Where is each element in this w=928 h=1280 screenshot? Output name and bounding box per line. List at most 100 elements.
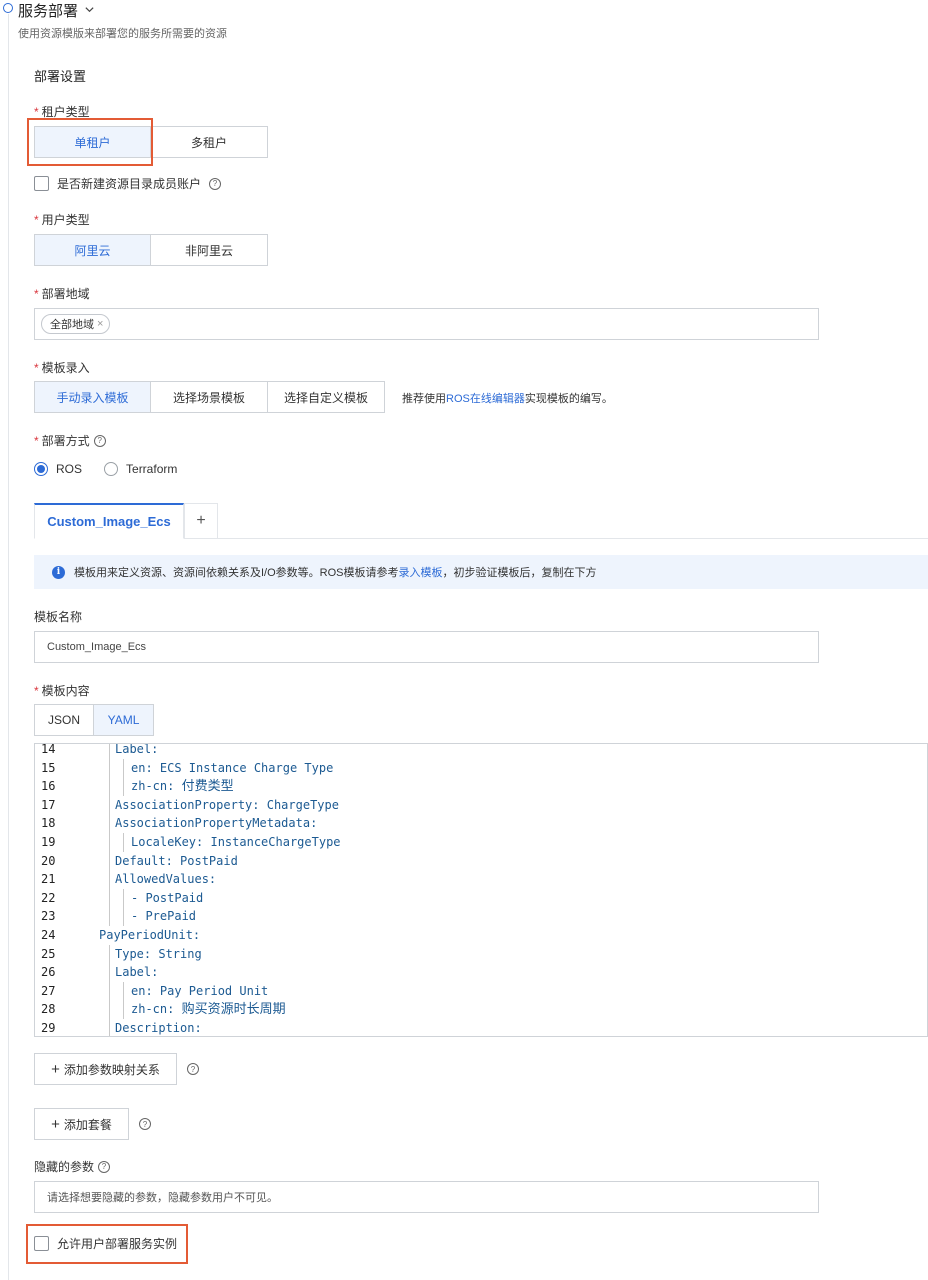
template-name-input[interactable]: Custom_Image_Ecs	[34, 631, 819, 663]
radio-terraform[interactable]	[104, 462, 119, 476]
code-line: 14 Label:	[35, 743, 927, 759]
line-number: 23	[41, 909, 56, 924]
code-line: 21 AllowedValues:	[35, 870, 927, 889]
code-text: Label:	[115, 963, 158, 982]
line-number: 14	[41, 743, 56, 756]
format-yaml[interactable]: YAML	[93, 704, 154, 736]
chevron-down-icon[interactable]	[84, 2, 95, 19]
template-option-scene[interactable]: 选择场景模板	[150, 381, 268, 413]
user-option-non-aliyun[interactable]: 非阿里云	[150, 234, 268, 266]
help-icon[interactable]: ?	[98, 1160, 111, 1173]
section-title-text: 服务部署	[18, 3, 79, 20]
info-banner: i 模板用来定义资源、资源间依赖关系及I/O参数等。ROS模板请参考 录入模板 ，初…	[34, 555, 928, 589]
user-option-aliyun[interactable]: 阿里云	[34, 234, 151, 266]
code-value: PrePaid	[145, 909, 197, 924]
code-text: - PostPaid	[131, 889, 203, 908]
code-value: Pay Period Unit	[159, 983, 269, 998]
code-key: Label:	[115, 743, 159, 756]
line-number: 26	[41, 965, 56, 980]
line-number: 17	[41, 797, 56, 812]
format-segment: JSON YAML	[34, 704, 154, 736]
template-name-value: Custom_Image_Ecs	[47, 641, 147, 653]
help-icon[interactable]: ?	[139, 1118, 151, 1130]
help-icon[interactable]: ?	[209, 177, 222, 190]
close-icon[interactable]: ×	[97, 318, 103, 330]
line-number: 24	[41, 928, 56, 942]
info-icon: i	[52, 565, 65, 579]
line-number: 16	[41, 779, 56, 794]
code-value: PostPaid	[180, 853, 238, 868]
indent-guide	[109, 814, 110, 833]
code-key: AssociationProperty:	[115, 797, 267, 812]
radio-ros-label: ROS	[56, 462, 83, 476]
help-icon[interactable]: ?	[93, 434, 106, 447]
code-line: 23 - PrePaid	[35, 907, 927, 926]
code-line: 29 Description:	[35, 1019, 927, 1036]
code-key: -	[131, 890, 146, 905]
tab-custom-image-ecs[interactable]: Custom_Image_Ecs	[34, 503, 184, 539]
template-content-label: * 模板内容	[34, 684, 90, 698]
template-option-manual[interactable]: 手动录入模板	[34, 381, 151, 413]
code-editor[interactable]: 14 Label: 15 en: ECS Instance Charge Type 16…	[34, 743, 928, 1037]
indent-guide	[123, 981, 124, 1001]
indent-guide	[109, 851, 110, 871]
highlight-box-allow-deploy	[26, 1224, 188, 1264]
hidden-params-placeholder: 请选择想要隐藏的参数，隐藏参数用户不可见。	[47, 1192, 278, 1204]
region-tag: 全部地域 ×	[41, 314, 111, 334]
code-key: AllowedValues:	[115, 872, 217, 887]
highlight-box-tenant	[27, 118, 153, 166]
region-select[interactable]: 全部地域 ×	[34, 308, 819, 340]
hidden-params-select[interactable]: 请选择想要隐藏的参数，隐藏参数用户不可见。	[34, 1181, 819, 1213]
code-text: Default: PostPaid	[115, 852, 238, 871]
new-member-account-label: 是否新建资源目录成员账户	[57, 177, 202, 191]
code-text: en: Pay Period Unit	[131, 982, 268, 1001]
code-key: -	[131, 909, 146, 924]
indent-guide	[109, 795, 110, 815]
add-package-button[interactable]: + 添加套餐	[34, 1108, 129, 1140]
code-text: en: ECS Instance Charge Type	[131, 759, 333, 778]
code-line: 15 en: ECS Instance Charge Type	[35, 758, 927, 778]
code-value: ChargeType	[266, 797, 339, 812]
plus-icon: +	[51, 1060, 60, 1078]
code-text: AssociationProperty: ChargeType	[115, 796, 339, 815]
indent-guide	[109, 1019, 110, 1036]
template-doc-link[interactable]: 录入模板	[399, 564, 443, 580]
code-key: Description:	[115, 1021, 202, 1035]
code-line: 24 PayPeriodUnit:	[35, 926, 927, 945]
code-key: AssociationPropertyMetadata:	[115, 816, 318, 831]
code-line: 25 Type: String	[35, 944, 927, 964]
deploy-method-radios: ROS Terraform	[34, 462, 177, 476]
code-line: 26 Label:	[35, 963, 927, 982]
new-member-account-checkbox[interactable]	[34, 176, 49, 191]
group-title: 部署设置	[34, 69, 87, 84]
template-tabbar: Custom_Image_Ecs +	[34, 503, 928, 539]
radio-ros[interactable]	[34, 462, 48, 476]
code-text: - PrePaid	[131, 907, 196, 926]
add-param-mapping-button[interactable]: + 添加参数映射关系	[34, 1053, 177, 1085]
section-timeline	[8, 14, 9, 1280]
code-line: 18 AssociationPropertyMetadata:	[35, 814, 927, 833]
required-mark: *	[34, 684, 39, 698]
code-value: 付费类型	[181, 779, 234, 795]
code-line: 20 Default: PostPaid	[35, 851, 927, 871]
tenant-option-multi[interactable]: 多租户	[150, 126, 268, 158]
indent-guide	[123, 833, 124, 852]
add-tab-button[interactable]: +	[184, 503, 218, 539]
format-json[interactable]: JSON	[34, 704, 94, 736]
section-title[interactable]: 服务部署	[18, 0, 95, 21]
hidden-params-label: 隐藏的参数 ?	[34, 1158, 111, 1175]
code-value: ECS Instance Charge Type	[159, 760, 334, 775]
indent-guide	[109, 1000, 110, 1019]
ros-editor-link[interactable]: ROS在线编辑器	[446, 393, 525, 405]
help-icon[interactable]: ?	[187, 1063, 199, 1075]
template-option-custom[interactable]: 选择自定义模板	[267, 381, 385, 413]
indent-guide	[109, 833, 110, 852]
indent-guide	[123, 777, 124, 796]
indent-guide	[109, 944, 110, 964]
code-text: Type: String	[115, 945, 202, 964]
code-text: Description:	[115, 1019, 202, 1036]
indent-guide	[109, 744, 110, 759]
code-text: zh-cn: 购买资源时长周期	[131, 1000, 286, 1020]
code-value: String	[158, 946, 202, 961]
code-text: AllowedValues:	[115, 870, 216, 889]
